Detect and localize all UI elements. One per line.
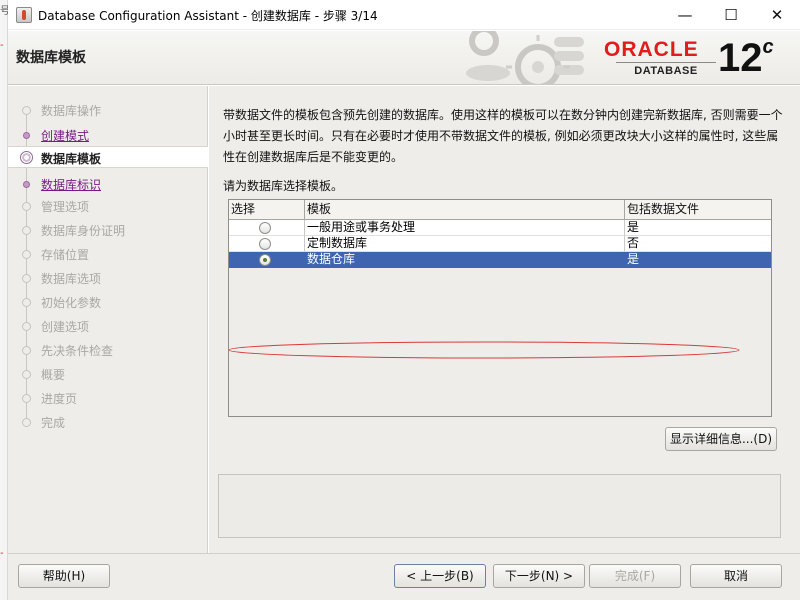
oracle-brand-text: ORACLE [604,38,699,61]
step-dot-icon [22,418,31,427]
template-cell[interactable]: 一般用途或事务处理 [305,220,625,236]
nav-step-management-options: 管理选项 [8,195,208,217]
page-title: 数据库模板 [16,50,86,66]
help-button[interactable]: 帮助(H) [18,564,110,588]
select-cell[interactable] [229,236,305,252]
nav-step-label: 数据库身份证明 [41,224,126,238]
button-bar: 帮助(H) < 上一步(B) 下一步(N) > 完成(F) 取消 [8,553,800,600]
background-text-fragment: - [0,40,4,51]
logo-divider [616,62,716,63]
template-cell[interactable]: 数据仓库 [305,252,625,268]
version-number: 12 [718,36,763,80]
template-radio[interactable] [259,222,271,234]
back-button[interactable]: < 上一步(B) [394,564,486,588]
includes-datafiles-cell[interactable]: 是 [625,252,771,268]
table-row[interactable]: 定制数据库 否 [229,236,771,252]
template-radio[interactable] [259,238,271,250]
version-suffix: c [762,36,774,58]
nav-step-label[interactable]: 创建模式 [41,127,89,144]
show-details-button[interactable]: 显示详细信息...(D) [665,427,777,451]
step-dot-icon [22,226,31,235]
nav-step-label: 数据库选项 [41,272,102,286]
nav-step-label: 创建选项 [41,320,90,334]
java-app-icon [16,7,32,23]
nav-step-database-options: 数据库选项 [8,267,208,289]
background-window-strip: 号 - - [0,0,10,600]
template-cell[interactable]: 定制数据库 [305,236,625,252]
includes-datafiles-cell[interactable]: 是 [625,220,771,236]
close-button[interactable]: ✕ [754,0,800,30]
nav-step-creation-options: 创建选项 [8,315,208,337]
minimize-button[interactable]: — [662,0,708,30]
column-header-template[interactable]: 模板 [305,200,625,220]
maximize-button[interactable]: ☐ [708,0,754,30]
nav-step-prerequisite-checks: 先决条件检查 [8,339,208,361]
nav-step-label: 数据库模板 [41,152,102,166]
step-dot-icon [23,132,30,139]
nav-step-progress-page: 进度页 [8,387,208,409]
nav-step-summary: 概要 [8,363,208,385]
header-banner: 数据库模板 ORACLE DATABASE 12c [8,31,800,85]
step-dot-icon [22,274,31,283]
nav-step-label: 概要 [41,368,66,382]
column-header-includes-datafiles[interactable]: 包括数据文件 [625,200,771,220]
version-badge: 12c [718,35,774,81]
nav-step-creation-mode[interactable]: 创建模式 [8,124,208,146]
nav-step-label: 完成 [41,416,66,430]
nav-step-initialization-parameters: 初始化参数 [8,291,208,313]
template-prompt-label: 请为数据库选择模板。 [223,179,344,193]
template-table: 选择 模板 包括数据文件 一般用途或事务处理 是 定制数据库 否 数据仓库 是 [228,199,772,417]
window-title: Database Configuration Assistant - 创建数据库… [38,9,378,23]
step-dot-icon [22,202,31,211]
nav-step-label: 管理选项 [41,200,90,214]
nav-step-finish: 完成 [8,411,208,433]
step-dot-icon [22,370,31,379]
oracle-logo: ORACLE DATABASE [604,39,718,77]
step-dot-icon [22,250,31,259]
cancel-button[interactable]: 取消 [690,564,782,588]
current-step-icon [20,151,33,164]
step-dot-icon [23,181,30,188]
nav-step-database-operation: 数据库操作 [8,99,208,121]
includes-datafiles-cell[interactable]: 否 [625,236,771,252]
step-navigation: 数据库操作 创建模式 数据库模板 数据库标识 管理选项 数据库身份证明 存储位置… [8,86,208,553]
nav-step-credentials: 数据库身份证明 [8,219,208,241]
template-radio-selected[interactable] [259,254,271,266]
dbca-window: 号 - - Database Configuration Assistant -… [0,0,800,600]
nav-step-database-template: 数据库模板 [8,146,208,168]
nav-step-label: 进度页 [41,392,78,406]
table-header: 选择 模板 包括数据文件 [229,200,771,220]
nav-step-label: 数据库操作 [41,104,102,118]
nav-step-label[interactable]: 数据库标识 [41,176,101,193]
step-dot-icon [22,394,31,403]
column-header-select[interactable]: 选择 [229,200,305,220]
main-panel: 带数据文件的模板包含预先创建的数据库。使用这样的模板可以在数分钟内创建完新数据库… [209,86,800,553]
gears-decoration-icon [466,31,584,85]
table-row[interactable]: 一般用途或事务处理 是 [229,220,771,236]
select-cell[interactable] [229,220,305,236]
nav-step-label: 先决条件检查 [41,344,114,358]
nav-step-label: 初始化参数 [41,296,102,310]
oracle-product-text: DATABASE [634,65,698,77]
nav-step-database-identification[interactable]: 数据库标识 [8,173,208,195]
nav-step-label: 存储位置 [41,248,90,262]
select-cell[interactable] [229,252,305,268]
step-dot-icon [22,298,31,307]
template-description: 带数据文件的模板包含预先创建的数据库。使用这样的模板可以在数分钟内创建完新数据库… [223,108,783,164]
nav-step-storage-locations: 存储位置 [8,243,208,265]
next-button[interactable]: 下一步(N) > [493,564,585,588]
title-bar: Database Configuration Assistant - 创建数据库… [8,0,800,30]
step-dot-icon [22,106,31,115]
background-text-fragment: - [0,548,4,559]
table-row-selected[interactable]: 数据仓库 是 [229,252,771,268]
step-dot-icon [22,346,31,355]
finish-button[interactable]: 完成(F) [589,564,681,588]
details-area [218,474,781,538]
step-dot-icon [22,322,31,331]
